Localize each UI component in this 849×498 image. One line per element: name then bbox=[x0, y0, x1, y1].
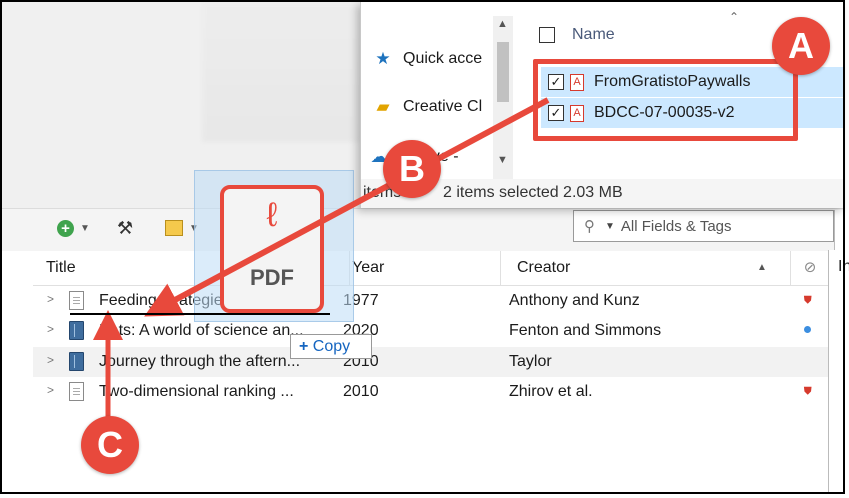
screenshot-border bbox=[0, 0, 845, 494]
